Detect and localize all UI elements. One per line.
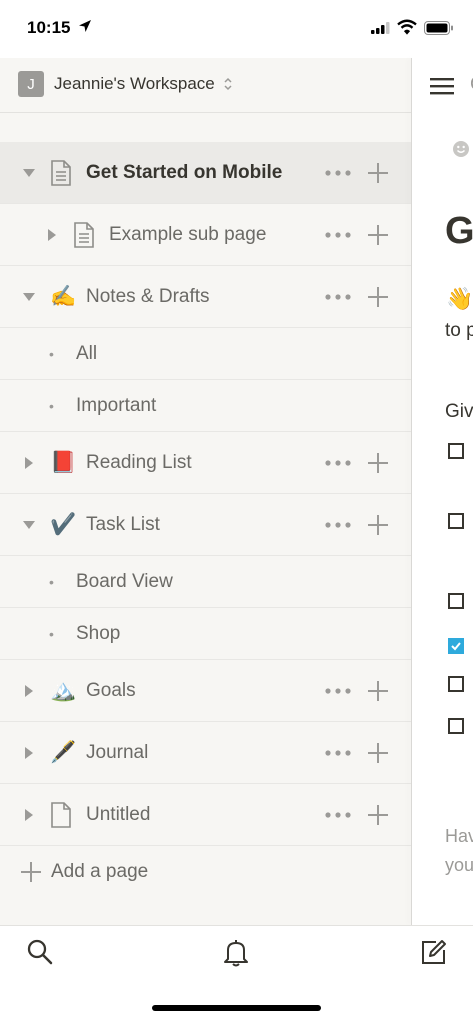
- bell-icon[interactable]: [222, 938, 250, 968]
- checkmark-icon: ✔️: [50, 512, 77, 536]
- todo-checkbox[interactable]: [448, 443, 464, 459]
- sidebar-page-item[interactable]: Get Started on Mobile: [0, 142, 411, 204]
- wifi-icon: [397, 19, 417, 35]
- status-bar: 10:15: [0, 0, 473, 58]
- intro-text-fragment: to p: [445, 320, 473, 341]
- triangle-down-icon[interactable]: [22, 142, 36, 203]
- sidebar-view-item[interactable]: • All: [0, 328, 411, 380]
- fountain-pen-icon: 🖋️: [50, 740, 77, 764]
- triangle-down-icon[interactable]: [22, 266, 36, 327]
- mountain-icon: 🏔️: [50, 678, 77, 702]
- add-subpage-icon[interactable]: [367, 494, 389, 555]
- footer-text-fragment-2: you: [445, 855, 473, 875]
- add-subpage-icon[interactable]: [367, 204, 389, 265]
- page-title-fragment: G: [445, 210, 473, 252]
- bullet-icon: •: [49, 397, 54, 414]
- empty-page-icon: [50, 784, 72, 845]
- workspace-switcher[interactable]: J Jeannie's Workspace: [18, 70, 233, 98]
- sidebar-page-item[interactable]: 📕 Reading List: [0, 432, 411, 494]
- page-icon: [50, 142, 72, 203]
- more-options-icon[interactable]: [325, 204, 351, 265]
- add-page-label: Add a page: [51, 861, 149, 882]
- more-options-icon[interactable]: [325, 432, 351, 493]
- triangle-right-icon[interactable]: [22, 784, 36, 845]
- workspace-avatar: J: [18, 71, 44, 97]
- status-time: 10:15: [27, 18, 71, 37]
- cellular-signal-icon: [371, 22, 390, 34]
- bullet-icon: •: [49, 625, 54, 642]
- sidebar-item-label: Goals: [86, 679, 136, 701]
- todo-checkbox[interactable]: [448, 676, 464, 692]
- sidebar-page-item[interactable]: Untitled: [0, 784, 411, 846]
- search-icon[interactable]: [26, 938, 54, 966]
- smiley-icon[interactable]: [452, 140, 470, 158]
- sidebar-page-item[interactable]: ✍️ Notes & Drafts: [0, 266, 411, 328]
- add-subpage-icon[interactable]: [367, 722, 389, 783]
- sidebar-item-label: Notes & Drafts: [86, 285, 210, 307]
- sidebar-item-label: Board View: [76, 570, 173, 592]
- add-subpage-icon[interactable]: [367, 142, 389, 203]
- add-subpage-icon[interactable]: [367, 266, 389, 327]
- sidebar-item-label: All: [76, 342, 98, 364]
- sidebar-page-item[interactable]: 🖋️ Journal: [0, 722, 411, 784]
- more-options-icon[interactable]: [325, 494, 351, 555]
- triangle-right-icon[interactable]: [22, 432, 36, 493]
- sidebar-item-label: Task List: [86, 513, 160, 535]
- page-content: C G 👋 to p Giv Hav you: [412, 58, 473, 925]
- page-list: Get Started on Mobile Example sub page ✍️ N…: [0, 142, 411, 898]
- red-book-icon: 📕: [50, 450, 77, 474]
- more-options-icon[interactable]: [325, 784, 351, 845]
- compose-icon[interactable]: [420, 938, 448, 966]
- footer-text-fragment-1: Hav: [445, 826, 473, 846]
- wave-emoji: 👋: [446, 286, 473, 311]
- chevron-up-down-icon: [224, 77, 232, 91]
- sidebar-item-label: Reading List: [86, 451, 192, 473]
- triangle-right-icon[interactable]: [45, 204, 59, 265]
- sidebar-item-label: Example sub page: [109, 223, 267, 245]
- battery-icon: [424, 21, 453, 35]
- sidebar-subpage-item[interactable]: Example sub page: [0, 204, 411, 266]
- bullet-icon: •: [49, 573, 54, 590]
- add-page-button[interactable]: Add a page: [0, 846, 411, 898]
- sidebar-item-label: Get Started on Mobile: [86, 161, 283, 183]
- sidebar-item-label: Journal: [86, 741, 149, 763]
- more-options-icon[interactable]: [325, 722, 351, 783]
- triangle-right-icon[interactable]: [22, 722, 36, 783]
- triangle-down-icon[interactable]: [22, 494, 36, 555]
- todo-checkbox[interactable]: [448, 638, 464, 654]
- sidebar-item-label: Shop: [76, 622, 121, 644]
- sidebar-item-label: Important: [76, 394, 157, 416]
- home-indicator[interactable]: [152, 1005, 321, 1011]
- sidebar-view-item[interactable]: • Shop: [0, 608, 411, 660]
- bullet-icon: •: [49, 345, 54, 362]
- workspace-name: Jeannie's Workspace: [54, 74, 215, 93]
- sidebar-header-divider: [0, 112, 411, 113]
- more-options-icon[interactable]: [325, 142, 351, 203]
- writing-hand-icon: ✍️: [50, 284, 77, 308]
- triangle-right-icon[interactable]: [22, 660, 36, 721]
- plus-icon: [20, 846, 42, 898]
- todo-checkbox[interactable]: [448, 513, 464, 529]
- more-options-icon[interactable]: [325, 266, 351, 327]
- page-icon: [73, 204, 95, 265]
- more-options-icon[interactable]: [325, 660, 351, 721]
- todo-checkbox[interactable]: [448, 718, 464, 734]
- sidebar-item-label: Untitled: [86, 803, 151, 825]
- sidebar: J Jeannie's Workspace Get Started on Mob…: [0, 58, 411, 925]
- sidebar-page-item[interactable]: ✔️ Task List: [0, 494, 411, 556]
- location-arrow-icon: [79, 20, 91, 32]
- add-subpage-icon[interactable]: [367, 432, 389, 493]
- add-subpage-icon[interactable]: [367, 784, 389, 845]
- sidebar-view-item[interactable]: • Board View: [0, 556, 411, 608]
- sidebar-view-item[interactable]: • Important: [0, 380, 411, 432]
- add-subpage-icon[interactable]: [367, 660, 389, 721]
- sidebar-page-item[interactable]: 🏔️ Goals: [0, 660, 411, 722]
- heading-text-fragment: Giv: [445, 401, 473, 422]
- menu-icon[interactable]: [430, 76, 454, 96]
- todo-checkbox[interactable]: [448, 593, 464, 609]
